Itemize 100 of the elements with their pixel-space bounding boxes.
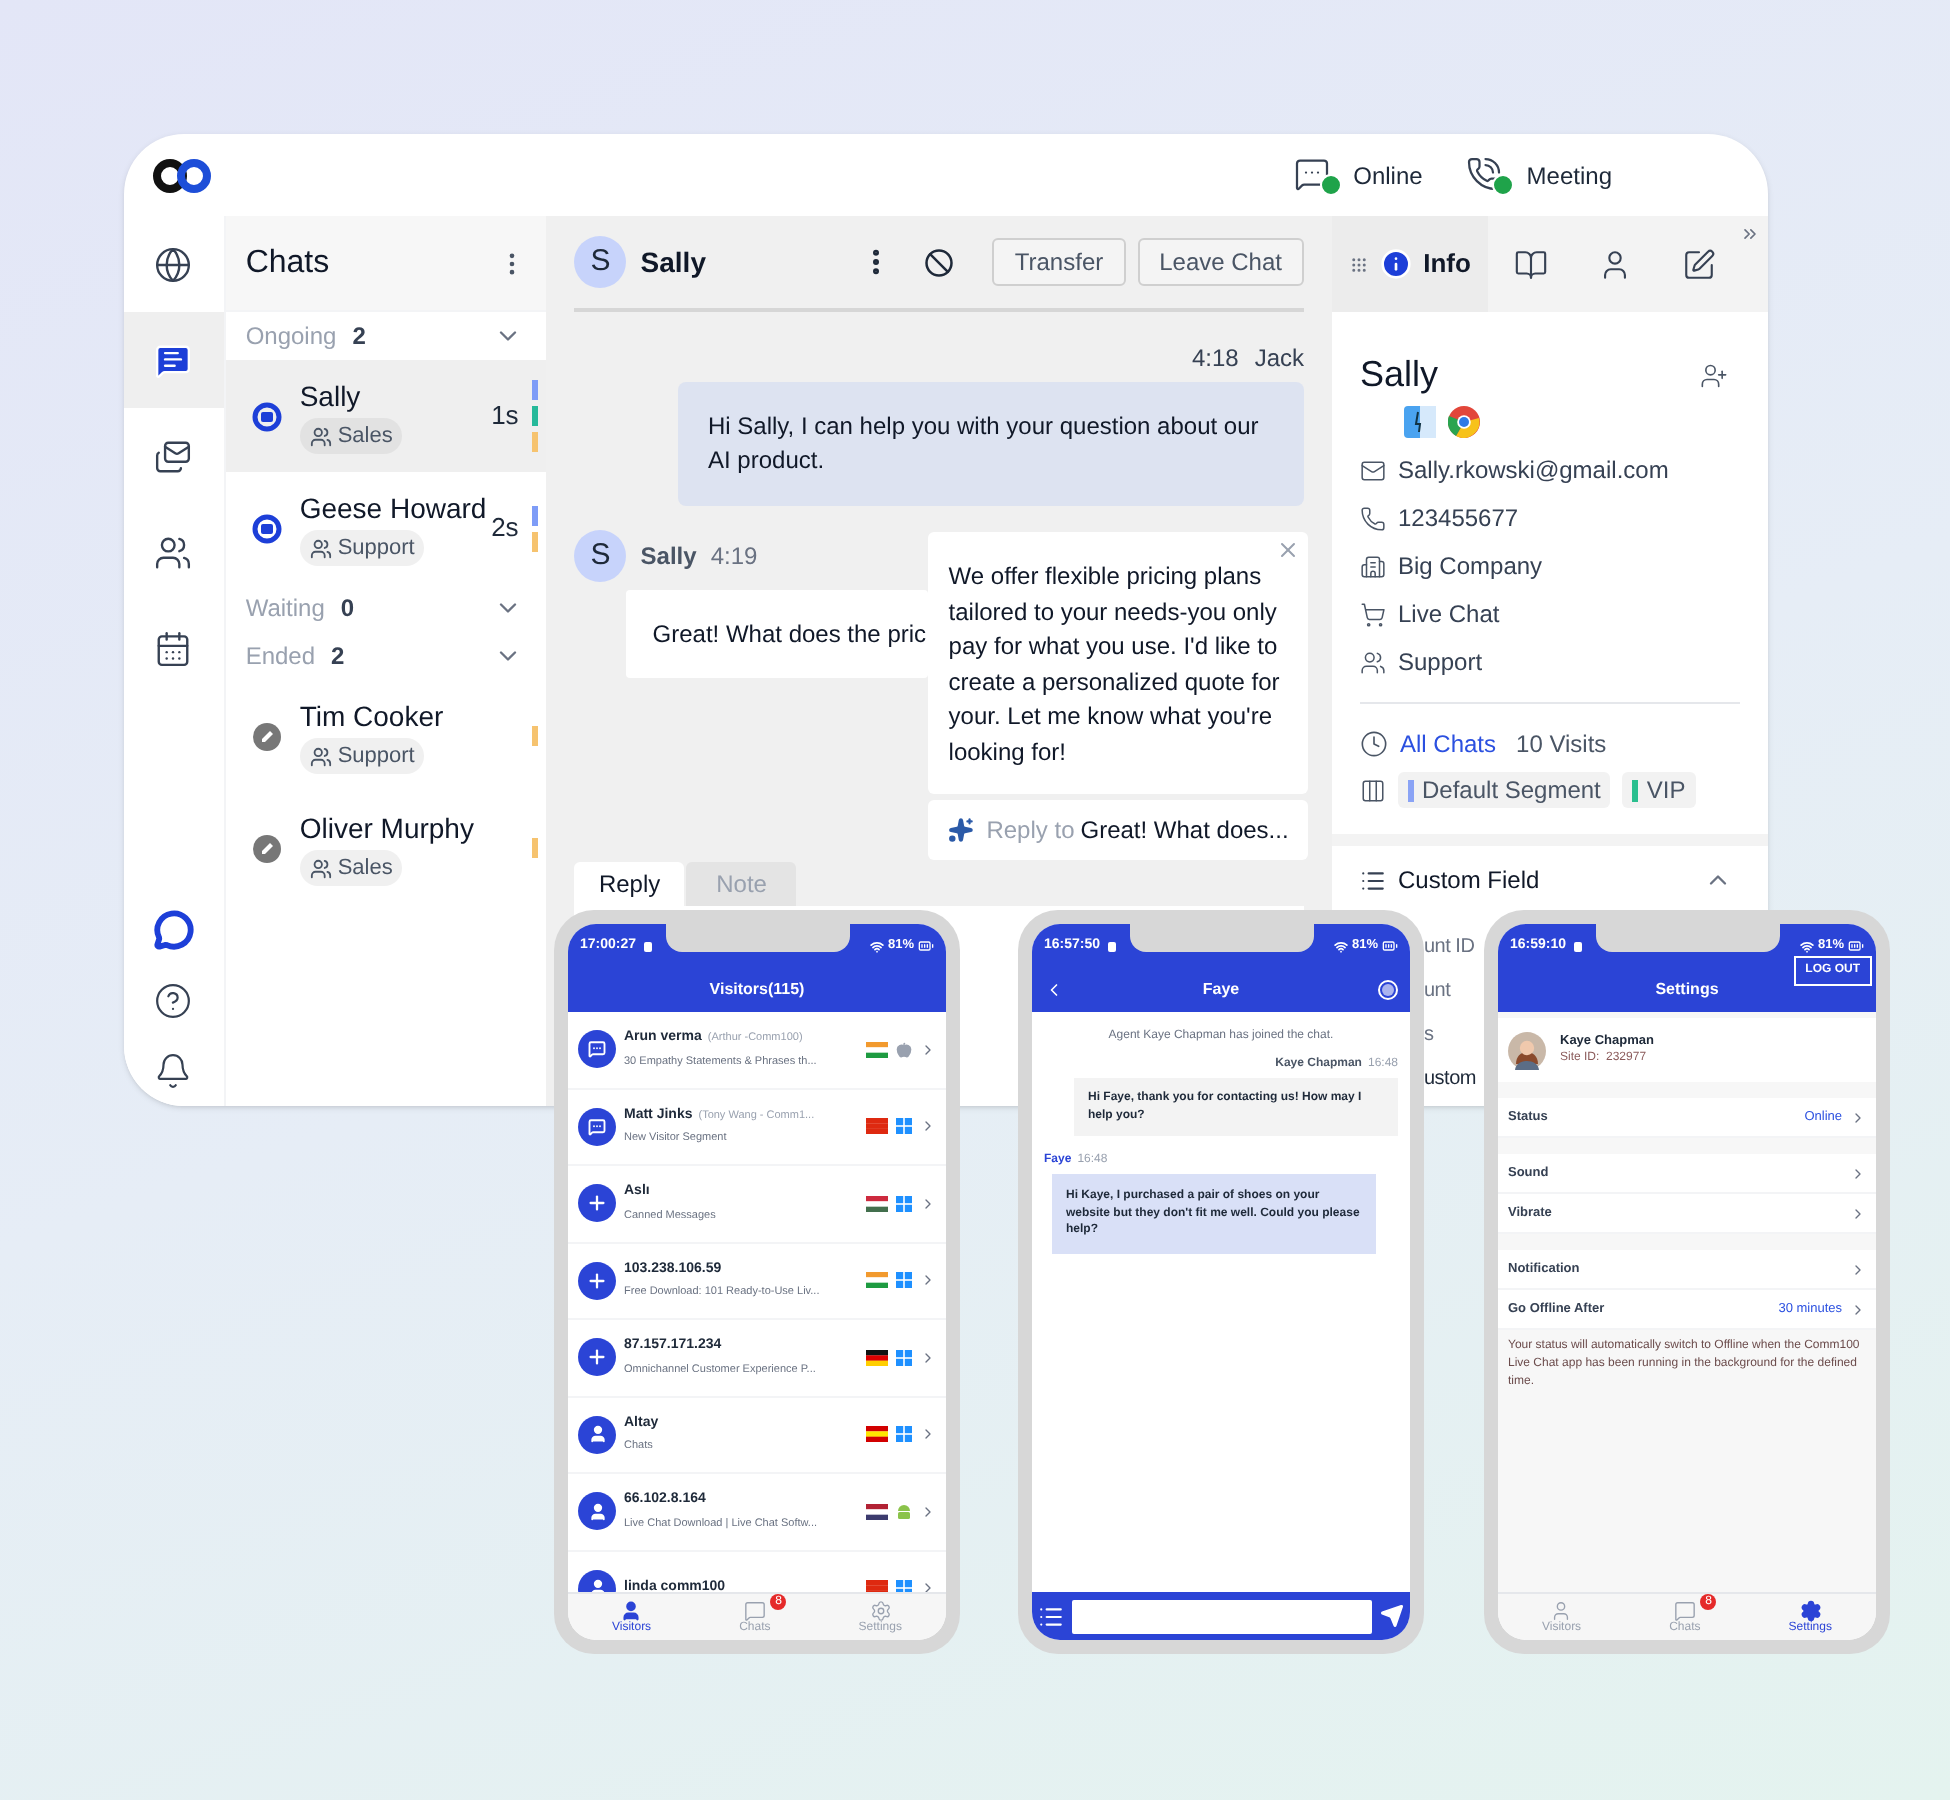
close-icon[interactable] bbox=[1276, 538, 1301, 562]
chevron-right-icon bbox=[1850, 1261, 1866, 1277]
visitor-icon bbox=[578, 1415, 616, 1454]
visitor-message: Great! What does the pric bbox=[652, 618, 927, 652]
phone-status-icon bbox=[1466, 155, 1515, 195]
action-button[interactable]: Transfer bbox=[992, 238, 1126, 286]
chat-status-icon bbox=[1293, 155, 1342, 195]
chat-list-item[interactable]: Sally Sales 1s bbox=[225, 360, 547, 472]
panel-title: Chats bbox=[245, 243, 330, 283]
add-contact-icon[interactable] bbox=[1700, 361, 1728, 389]
end-chat-icon[interactable] bbox=[1378, 980, 1398, 1000]
flag-icon bbox=[866, 1580, 888, 1592]
settings-icon bbox=[1799, 1599, 1822, 1621]
ban-icon[interactable] bbox=[924, 247, 955, 277]
contact-name: Sally bbox=[299, 378, 363, 414]
message-input[interactable] bbox=[1072, 1599, 1372, 1633]
expand-icon[interactable] bbox=[1740, 224, 1760, 244]
reply-to-label: Reply to bbox=[986, 814, 1075, 848]
brand-icon[interactable] bbox=[153, 910, 194, 950]
chats-icon bbox=[1673, 1599, 1696, 1621]
team-icon bbox=[309, 537, 332, 559]
group-label: Waiting bbox=[245, 592, 325, 626]
composer-tab[interactable]: Reply bbox=[574, 862, 685, 906]
chevron-right-icon bbox=[920, 1426, 936, 1443]
panel-tab[interactable]: Info bbox=[1332, 216, 1488, 312]
battery-icon bbox=[1382, 938, 1398, 954]
chevron-right-icon bbox=[920, 1118, 936, 1135]
status-label[interactable]: Meeting bbox=[1526, 157, 1612, 193]
messages-icon bbox=[154, 437, 193, 475]
department-name: Sales bbox=[337, 421, 393, 452]
book-icon bbox=[1513, 247, 1547, 281]
flag-icon bbox=[866, 1272, 888, 1289]
contact-detail: Sally.rkowski@gmail.com bbox=[1398, 454, 1669, 488]
cart-icon bbox=[1360, 601, 1386, 627]
flag-icon bbox=[866, 1503, 888, 1520]
chevron-right-icon bbox=[920, 1503, 936, 1520]
group-label: Ended bbox=[245, 640, 316, 674]
chevron-right-icon bbox=[920, 1272, 936, 1289]
flag-icon bbox=[866, 1426, 888, 1443]
contact-name: Geese Howard bbox=[299, 490, 487, 526]
windows-icon bbox=[896, 1272, 912, 1289]
ended-chat-icon bbox=[251, 833, 282, 863]
screen-title: Settings bbox=[1655, 978, 1719, 1002]
visit-count: 10 Visits bbox=[1516, 727, 1607, 761]
contact-name: Sally bbox=[640, 243, 706, 282]
logo-icon bbox=[152, 157, 212, 193]
field-label: unt bbox=[1424, 978, 1451, 1006]
info-icon bbox=[1379, 248, 1412, 280]
chevron-right-icon bbox=[1850, 1205, 1866, 1221]
chevron-right-icon bbox=[920, 1349, 936, 1366]
team-icon bbox=[309, 857, 332, 879]
contact-detail: Live Chat bbox=[1398, 598, 1500, 632]
contact-name: Sally bbox=[1360, 352, 1439, 398]
edit-icon bbox=[1681, 247, 1715, 281]
group-count: 2 bbox=[331, 640, 345, 674]
invite-icon bbox=[578, 1338, 616, 1377]
contact-detail: 123455677 bbox=[1398, 502, 1519, 536]
calendar-icon bbox=[154, 629, 193, 667]
wifi-icon bbox=[1799, 939, 1814, 953]
windows-icon bbox=[896, 1195, 912, 1212]
chat-icon bbox=[578, 1030, 616, 1069]
agent-message: Hi Sally, I can help you with your question about our AI product. bbox=[678, 382, 1304, 506]
email-icon bbox=[1360, 457, 1386, 483]
help-icon[interactable] bbox=[154, 982, 193, 1020]
windows-icon bbox=[896, 1426, 912, 1443]
canned-list-icon[interactable] bbox=[1038, 1603, 1064, 1629]
visitors-icon bbox=[620, 1599, 643, 1621]
message-time: 4:18 bbox=[1191, 342, 1239, 376]
windows-icon bbox=[896, 1118, 912, 1135]
all-chats-link[interactable]: All Chats bbox=[1400, 725, 1497, 761]
globe-icon bbox=[154, 245, 193, 283]
chevron-right-icon bbox=[920, 1195, 936, 1212]
notification-icon[interactable] bbox=[154, 1052, 193, 1090]
reply-to-text: Great! What does... bbox=[1080, 814, 1289, 848]
wifi-icon bbox=[1333, 939, 1348, 953]
company-icon bbox=[1360, 553, 1386, 579]
reply-to-bar[interactable]: Reply to Great! What does... bbox=[928, 800, 1309, 860]
windows-icon bbox=[896, 1349, 912, 1366]
contact-detail: Support bbox=[1398, 646, 1483, 680]
department-name: Support bbox=[337, 741, 415, 772]
status-label[interactable]: Online bbox=[1353, 157, 1423, 193]
visitor-icon bbox=[578, 1492, 616, 1531]
chat-icon bbox=[578, 1107, 616, 1146]
chevron-right-icon bbox=[920, 1041, 936, 1058]
send-icon[interactable] bbox=[1380, 1604, 1404, 1628]
windows-icon bbox=[896, 1580, 912, 1592]
list-icon bbox=[1360, 867, 1386, 893]
screen-title: Faye bbox=[1200, 978, 1242, 1002]
invite-icon bbox=[578, 1184, 616, 1223]
action-button[interactable]: Leave Chat bbox=[1137, 238, 1304, 286]
wait-time: 2s bbox=[491, 510, 519, 547]
team-icon bbox=[309, 425, 332, 447]
battery-icon bbox=[918, 938, 934, 954]
battery-icon bbox=[1848, 938, 1864, 954]
team-icon bbox=[1360, 649, 1386, 675]
drag-handle-icon[interactable] bbox=[1349, 255, 1368, 273]
rail-item[interactable] bbox=[124, 312, 224, 408]
department-name: Support bbox=[337, 533, 415, 564]
field-label: unt ID bbox=[1424, 934, 1475, 962]
visitors-icon bbox=[1550, 1599, 1573, 1621]
